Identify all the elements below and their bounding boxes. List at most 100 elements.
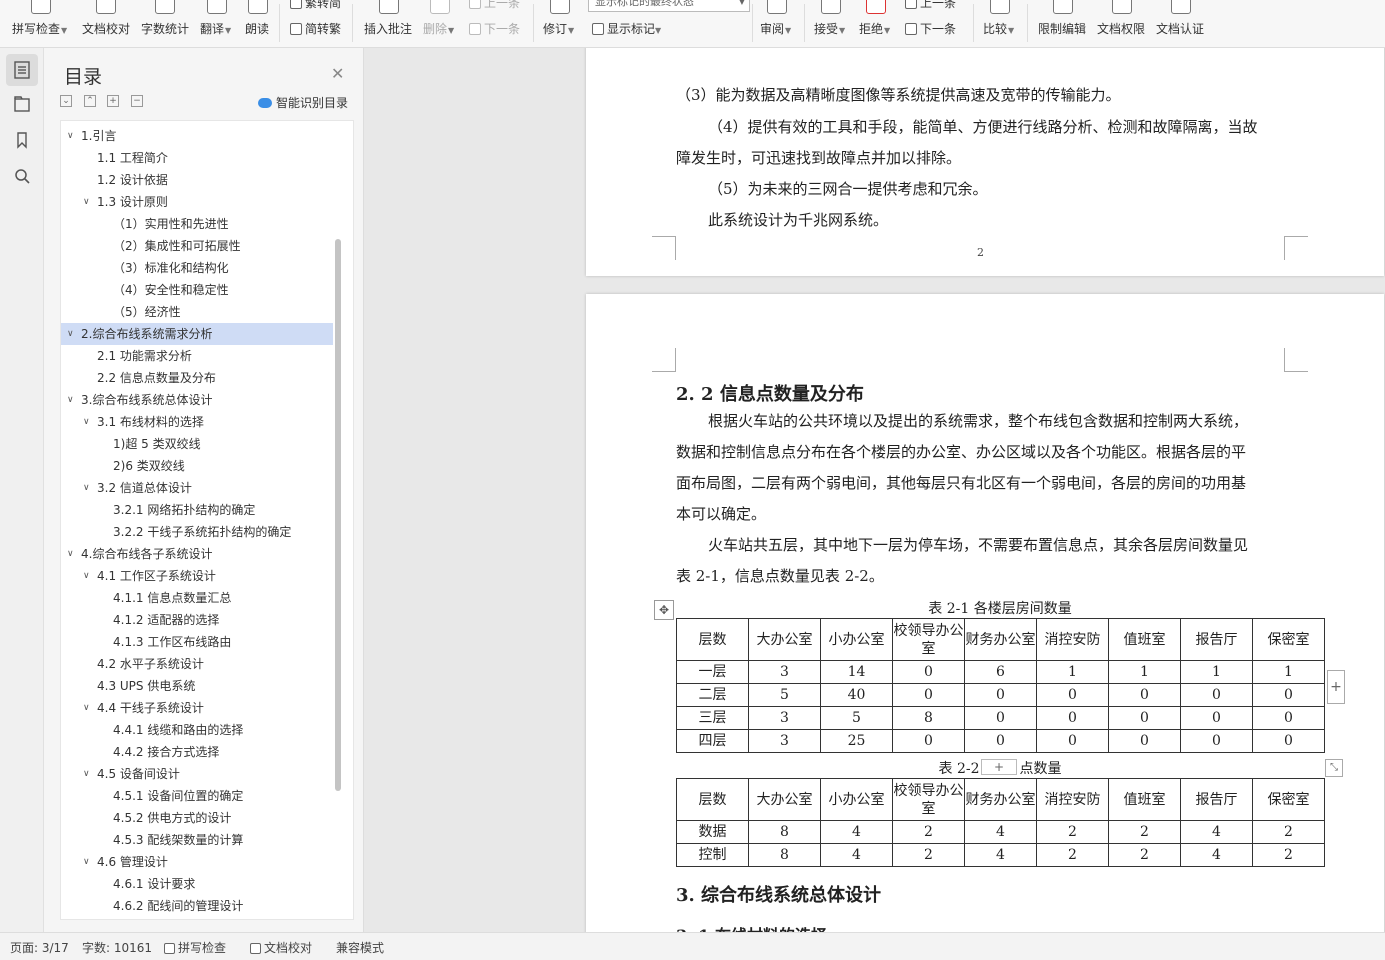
chevron-down-icon[interactable]: ∨ [83,697,90,719]
table-cell[interactable]: 一层 [676,660,749,684]
toc-item[interactable]: ∨ 3.综合布线系统总体设计 [61,389,333,411]
table-cell[interactable]: 4 [820,843,893,867]
toc-item[interactable]: 4.5.3 配线架数量的计算 [61,829,333,851]
chevron-down-icon[interactable]: ∨ [83,565,90,587]
table-cell[interactable]: 0 [892,683,965,707]
toc-item[interactable]: 1.1 工程简介 [61,147,333,169]
toc-item[interactable]: ∨ 4.4 干线子系统设计 [61,697,333,719]
table-cell[interactable]: 5 [748,683,821,707]
table-cell[interactable]: 0 [964,683,1037,707]
table-header-cell[interactable]: 层数 [676,618,749,661]
toc-item[interactable]: 4.6.2 配线间的管理设计 [61,895,333,917]
table-cell[interactable]: 2 [1252,843,1325,867]
smart-toc-button[interactable]: 智能识别目录 [258,94,348,111]
table-header-cell[interactable]: 小办公室 [820,618,893,661]
spell-check-button[interactable]: 拼写检查▼ [12,0,70,46]
toc-item[interactable]: （2）集成性和可拓展性 [61,235,333,257]
toc-item[interactable]: 3.2.2 干线子系统拓扑结构的确定 [61,521,333,543]
table-cell[interactable]: 四层 [676,729,749,753]
table-cell[interactable]: 4 [1180,843,1253,867]
table-cell[interactable]: 8 [748,843,821,867]
accept-button[interactable]: 接受▼ [814,0,848,46]
table-header-cell[interactable]: 消控安防 [1036,778,1109,821]
table-cell[interactable]: 0 [1108,706,1181,730]
word-count-button[interactable]: 字数统计 [141,0,189,46]
toc-item[interactable]: 4.1.3 工作区布线路由 [61,631,333,653]
table-cell[interactable]: 2 [892,820,965,844]
table-cell[interactable]: 3 [748,706,821,730]
toc-item[interactable]: 1.2 设计依据 [61,169,333,191]
chevron-down-icon[interactable]: ∨ [67,543,74,565]
table-cell[interactable]: 0 [964,706,1037,730]
next-comment-button[interactable]: 下一条 [469,20,520,37]
table-header-cell[interactable]: 小办公室 [820,778,893,821]
toc-item[interactable]: 4.1.2 适配器的选择 [61,609,333,631]
revise-button[interactable]: 修订▼ [543,0,577,46]
insert-comment-button[interactable]: 插入批注 [364,0,414,46]
toc-item[interactable]: （4）安全性和稳定性 [61,279,333,301]
toc-item[interactable]: 2.2 信息点数量及分布 [61,367,333,389]
table-cell[interactable]: 3 [748,660,821,684]
table-cell[interactable]: 5 [820,706,893,730]
table-cell[interactable]: 2 [1036,820,1109,844]
table-cell[interactable]: 0 [964,729,1037,753]
show-markup-button[interactable]: 显示标记▼ [592,20,661,37]
table-cell[interactable]: 25 [820,729,893,753]
chapter-panel-button[interactable] [6,88,38,120]
toc-item[interactable]: 3.2.1 网络拓扑结构的确定 [61,499,333,521]
toc-item[interactable]: 2)6 类双绞线 [61,455,333,477]
review-button[interactable]: 审阅▼ [760,0,794,46]
add-column-icon[interactable]: + [1327,670,1345,704]
table-header-cell[interactable]: 大办公室 [748,778,821,821]
table-header-cell[interactable]: 校领导办公室 [892,778,965,821]
table-cell[interactable]: 0 [892,660,965,684]
prev-change-button[interactable]: 上一条 [905,0,956,11]
toc-item[interactable]: ∨ 2.综合布线系统需求分析 [61,323,333,345]
toc-item[interactable]: 4.2 水平子系统设计 [61,653,333,675]
table-cell[interactable]: 2 [892,843,965,867]
table-cell[interactable]: 1 [1180,660,1253,684]
table-cell[interactable]: 0 [1036,706,1109,730]
toc-item[interactable]: 4.5.2 供电方式的设计 [61,807,333,829]
translate-button[interactable]: 翻译▼ [200,0,234,46]
add-heading-icon[interactable]: + [107,95,119,107]
table-cell[interactable]: 8 [892,706,965,730]
table-cell[interactable]: 3 [748,729,821,753]
page-indicator[interactable]: 页面: 3/17 [10,939,69,956]
chevron-down-icon[interactable]: ∨ [83,191,90,213]
chevron-down-icon[interactable]: ∨ [83,477,90,499]
close-icon[interactable]: ✕ [331,64,344,83]
table-cell[interactable]: 0 [1180,706,1253,730]
search-panel-button[interactable] [6,160,38,192]
table-cell[interactable]: 2 [1252,820,1325,844]
table-cell[interactable]: 8 [748,820,821,844]
table-cell[interactable]: 数据 [676,820,749,844]
table-cell[interactable]: 4 [1180,820,1253,844]
chevron-down-icon[interactable]: ∨ [83,411,90,433]
restrict-edit-button[interactable]: 限制编辑 [1038,0,1088,46]
reject-button[interactable]: 拒绝▼ [859,0,893,46]
spell-check-status[interactable]: 拼写检查 [164,939,226,956]
table-header-cell[interactable]: 报告厅 [1180,778,1253,821]
expand-all-icon[interactable]: ⌃ [84,95,96,107]
toc-item[interactable]: （3）标准化和结构化 [61,257,333,279]
toc-item[interactable]: （5）经济性 [61,301,333,323]
chevron-down-icon[interactable]: ∨ [83,763,90,785]
toc-item[interactable]: 4.6.1 设计要求 [61,873,333,895]
table-cell[interactable]: 0 [1036,683,1109,707]
table-cell[interactable]: 4 [964,843,1037,867]
table-cell[interactable]: 0 [1252,706,1325,730]
remove-heading-icon[interactable]: − [131,95,143,107]
table-header-cell[interactable]: 财务办公室 [964,778,1037,821]
toc-item[interactable]: ∨ 1.3 设计原则 [61,191,333,213]
toc-item[interactable]: 4.3 UPS 供电系统 [61,675,333,697]
toc-item[interactable]: 4.5.1 设备间位置的确定 [61,785,333,807]
compare-button[interactable]: 比较▼ [983,0,1017,46]
table-header-cell[interactable]: 大办公室 [748,618,821,661]
add-row-icon[interactable]: + [981,759,1017,775]
table-header-cell[interactable]: 报告厅 [1180,618,1253,661]
table-header-cell[interactable]: 值班室 [1108,618,1181,661]
collapse-all-icon[interactable]: ⌄ [60,95,72,107]
table-cell[interactable]: 0 [1180,729,1253,753]
table-cell[interactable]: 0 [892,729,965,753]
